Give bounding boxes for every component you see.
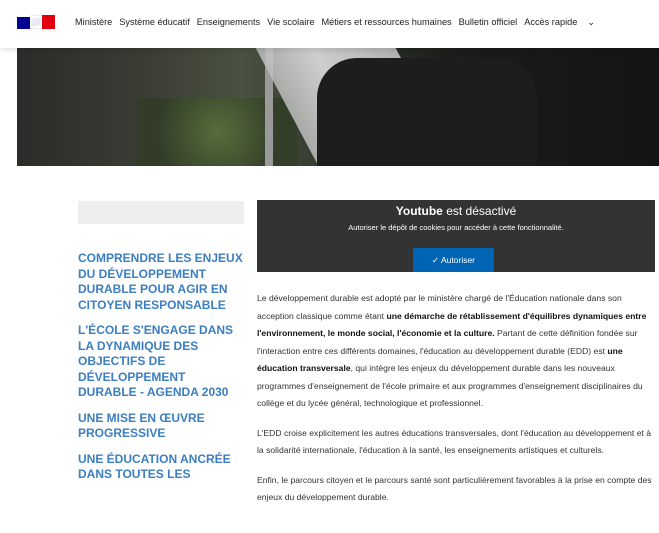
nav-item-bulletin-officiel[interactable]: Bulletin officiel [459,17,518,28]
authorize-button[interactable]: ✓ Autoriser [413,248,494,272]
republique-francaise-logo[interactable] [17,15,55,29]
toc-link-enjeux[interactable]: Comprendre les enjeux du développement d… [78,251,244,313]
nav-item-enseignements[interactable]: Enseignements [197,17,260,28]
toc-link-mise-en-oeuvre[interactable]: Une mise en œuvre progressive [78,411,244,442]
youtube-subtitle: Autoriser le dépôt de cookies pour accéd… [348,223,564,232]
youtube-disabled-panel: Youtube est désactivé Autoriser le dépôt… [257,200,655,272]
chevron-down-icon: ⌄ [587,17,595,27]
nav-item-acces-rapide[interactable]: Accès rapide ⌄ [524,17,602,28]
nav-item-ministere[interactable]: Ministère [75,17,112,28]
main-content: Le développement durable est adopté par … [257,290,657,519]
hero-image [17,48,659,166]
nav-item-metiers[interactable]: Métiers et ressources humaines [321,17,451,28]
main-menu: Ministère Système éducatif Enseignements… [75,17,609,28]
paragraph-definition: Le développement durable est adopté par … [257,290,657,413]
sidebar-table-of-contents: Comprendre les enjeux du développement d… [78,251,244,493]
top-navigation: Ministère Système éducatif Enseignements… [0,0,659,48]
sidebar-placeholder-box [78,201,244,224]
youtube-status: est désactivé [446,204,517,218]
paragraph-transversales: L'EDD croise explicitement les autres éd… [257,427,652,456]
nav-item-vie-scolaire[interactable]: Vie scolaire [267,17,314,28]
paragraph-parcours: Enfin, le parcours citoyen et le parcour… [257,474,652,503]
acces-rapide-label: Accès rapide [524,17,578,27]
youtube-title: Youtube est désactivé [257,204,655,218]
youtube-brand: Youtube [395,204,443,218]
toc-link-agenda-2030[interactable]: L'école s'engage dans la dynamique des o… [78,323,244,401]
nav-item-systeme-educatif[interactable]: Système éducatif [119,17,189,28]
toc-link-education-ancree[interactable]: Une éducation ancrée dans toutes les [78,452,244,483]
